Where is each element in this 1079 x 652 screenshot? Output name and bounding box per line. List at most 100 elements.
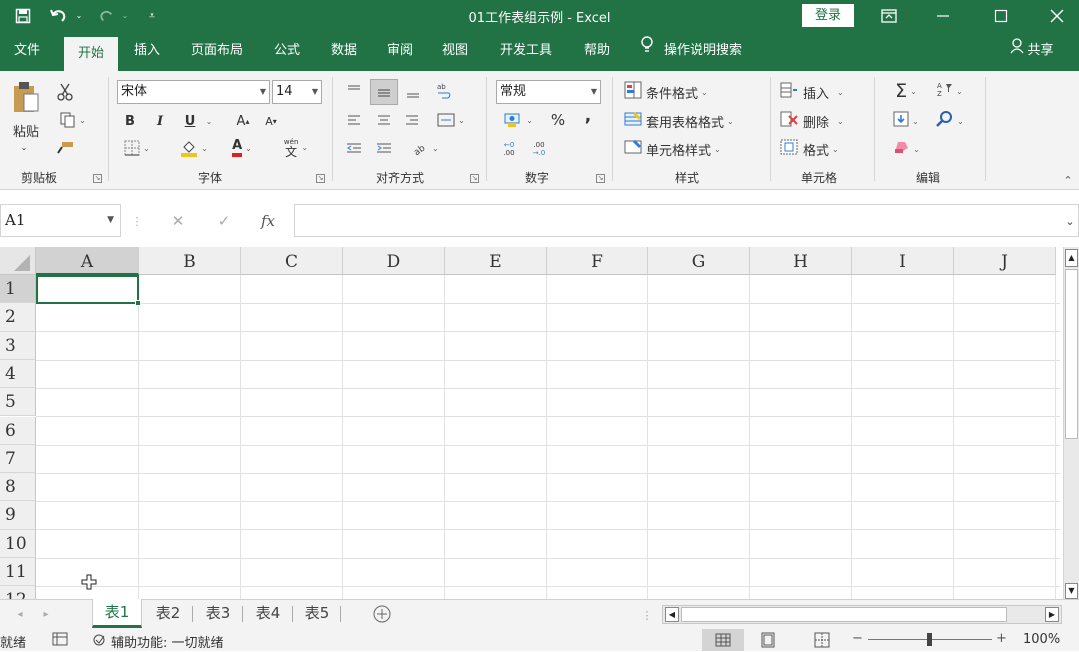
fill-handle[interactable] xyxy=(135,300,141,306)
page-break-view-icon[interactable] xyxy=(814,632,830,652)
insert-cells-button[interactable]: 插入 ⌄ xyxy=(780,80,864,104)
number-format-combo[interactable]: 常规 ▼ xyxy=(496,80,601,104)
accessibility-status[interactable]: 辅助功能: 一切就绪 xyxy=(92,632,224,651)
align-center-icon[interactable] xyxy=(372,109,396,131)
undo-dropdown-icon[interactable]: ⌄ xyxy=(72,0,86,31)
alignment-launcher-icon[interactable]: ↘ xyxy=(470,174,479,183)
row-header-4[interactable]: 4 xyxy=(0,359,36,389)
row-header-8[interactable]: 8 xyxy=(0,473,36,502)
vertical-scrollbar[interactable]: ▲ ▼ xyxy=(1063,247,1079,599)
fill-button[interactable]: ⌄ xyxy=(886,109,926,133)
underline-button[interactable]: U xyxy=(178,110,202,132)
copy-icon[interactable]: ⌄ xyxy=(54,109,92,131)
share-button[interactable]: 共享 xyxy=(1000,31,1064,71)
vertical-scroll-thumb[interactable] xyxy=(1065,269,1078,439)
phonetic-icon[interactable]: wén 文 ⌄ xyxy=(274,133,318,161)
align-middle-icon[interactable] xyxy=(370,79,398,105)
sort-filter-button[interactable]: A Z ⌄ xyxy=(930,79,970,103)
decrease-indent-icon[interactable] xyxy=(342,137,366,159)
paste-icon[interactable] xyxy=(8,79,44,115)
align-top-icon[interactable] xyxy=(342,79,366,101)
customize-quick-access-icon[interactable]: ⩡ xyxy=(142,0,162,31)
row-header-10[interactable]: 10 xyxy=(0,529,36,558)
orientation-icon[interactable]: ab ⌄ xyxy=(406,137,446,159)
zoom-slider-thumb[interactable] xyxy=(927,633,932,646)
borders-icon[interactable]: ⌄ xyxy=(118,137,156,159)
row-header-2[interactable]: 2 xyxy=(0,303,36,332)
clipboard-launcher-icon[interactable]: ↘ xyxy=(93,174,102,183)
row-header-7[interactable]: 7 xyxy=(0,444,36,474)
redo-icon[interactable] xyxy=(94,0,118,31)
ribbon-display-options-icon[interactable] xyxy=(866,0,912,31)
insert-function-icon[interactable]: fx xyxy=(250,204,286,237)
accounting-format-icon[interactable]: ⌄ xyxy=(496,109,540,131)
sheet-tab-4[interactable]: 表4 xyxy=(244,600,292,628)
normal-view-icon[interactable] xyxy=(702,629,744,651)
column-header-a[interactable]: A xyxy=(36,247,139,275)
column-header-c[interactable]: C xyxy=(241,247,343,275)
name-box[interactable]: A1 ▼ xyxy=(0,204,121,237)
sheet-tab-5[interactable]: 表5 xyxy=(294,600,340,628)
conditional-formatting-button[interactable]: 条件格式 ⌄ xyxy=(624,80,744,104)
scroll-up-icon[interactable]: ▲ xyxy=(1065,249,1078,267)
tab-developer[interactable]: 开发工具 xyxy=(486,31,566,71)
column-header-g[interactable]: G xyxy=(648,247,750,275)
format-cells-button[interactable]: 格式 ⌄ xyxy=(780,137,864,161)
sheet-tab-3[interactable]: 表3 xyxy=(194,600,242,628)
page-layout-view-icon[interactable] xyxy=(760,632,776,652)
row-header-3[interactable]: 3 xyxy=(0,331,36,360)
cancel-entry-icon[interactable]: ✕ xyxy=(160,204,196,237)
column-header-i[interactable]: I xyxy=(852,247,954,275)
row-header-12[interactable]: 12 xyxy=(0,586,36,599)
horizontal-scrollbar[interactable]: ◀ ▶ xyxy=(662,605,1062,624)
prev-sheet-icon[interactable]: ◂ xyxy=(10,604,30,624)
paste-dropdown-icon[interactable]: ⌄ xyxy=(14,141,34,153)
column-header-h[interactable]: H xyxy=(750,247,852,275)
undo-icon[interactable] xyxy=(46,0,72,31)
merge-center-icon[interactable]: ⌄ xyxy=(430,109,472,131)
number-launcher-icon[interactable]: ↘ xyxy=(596,174,605,183)
column-header-d[interactable]: D xyxy=(343,247,445,275)
scroll-left-icon[interactable]: ◀ xyxy=(665,607,679,622)
find-select-button[interactable]: ⌄ xyxy=(930,109,970,133)
formula-input[interactable] xyxy=(294,204,1079,237)
sheet-tab-1[interactable]: 表1 xyxy=(92,599,142,628)
worksheet-grid[interactable]: A B C D E F G H I J 1 2 3 4 5 6 7 8 9 10… xyxy=(0,247,1079,599)
tell-me-search[interactable]: 操作说明搜索 xyxy=(636,31,796,71)
clear-button[interactable]: ⌄ xyxy=(886,137,926,161)
select-all-corner[interactable] xyxy=(0,247,36,275)
grow-font-button[interactable]: A ▴ xyxy=(232,110,254,132)
row-header-11[interactable]: 11 xyxy=(0,558,36,587)
macro-record-icon[interactable] xyxy=(52,632,68,650)
login-button[interactable]: 登录 xyxy=(802,4,854,27)
minimize-icon[interactable] xyxy=(920,0,966,31)
zoom-in-button[interactable]: + xyxy=(996,631,1007,646)
row-header-5[interactable]: 5 xyxy=(0,388,36,417)
column-header-e[interactable]: E xyxy=(445,247,547,275)
new-sheet-icon[interactable] xyxy=(370,603,394,625)
column-header-j[interactable]: J xyxy=(954,247,1056,275)
autosum-button[interactable]: Σ ⌄ xyxy=(886,79,926,103)
tab-split-grip-icon[interactable]: ⋮ xyxy=(642,606,653,624)
increase-indent-icon[interactable] xyxy=(372,137,396,159)
tab-file[interactable]: 文件 xyxy=(2,31,52,71)
sheet-tab-2[interactable]: 表2 xyxy=(144,600,192,628)
confirm-entry-icon[interactable]: ✓ xyxy=(206,204,242,237)
scroll-right-icon[interactable]: ▶ xyxy=(1045,607,1059,622)
tab-data[interactable]: 数据 xyxy=(320,31,368,71)
maximize-icon[interactable] xyxy=(978,0,1024,31)
align-left-icon[interactable] xyxy=(342,109,366,131)
bold-button[interactable]: B xyxy=(118,110,142,132)
zoom-out-button[interactable]: − xyxy=(852,631,863,646)
active-cell-a1[interactable] xyxy=(36,275,139,304)
wrap-text-icon[interactable]: ab xyxy=(430,79,458,103)
column-header-f[interactable]: F xyxy=(547,247,648,275)
paste-label[interactable]: 粘贴 xyxy=(6,121,46,140)
increase-decimal-button[interactable]: ←0.00 xyxy=(496,137,522,161)
tab-help[interactable]: 帮助 xyxy=(574,31,620,71)
format-painter-icon[interactable] xyxy=(54,137,76,159)
shrink-font-button[interactable]: A ▾ xyxy=(260,110,282,132)
scroll-down-icon[interactable]: ▼ xyxy=(1065,583,1078,599)
tab-home[interactable]: 开始 xyxy=(64,37,118,71)
align-bottom-icon[interactable] xyxy=(402,81,424,103)
